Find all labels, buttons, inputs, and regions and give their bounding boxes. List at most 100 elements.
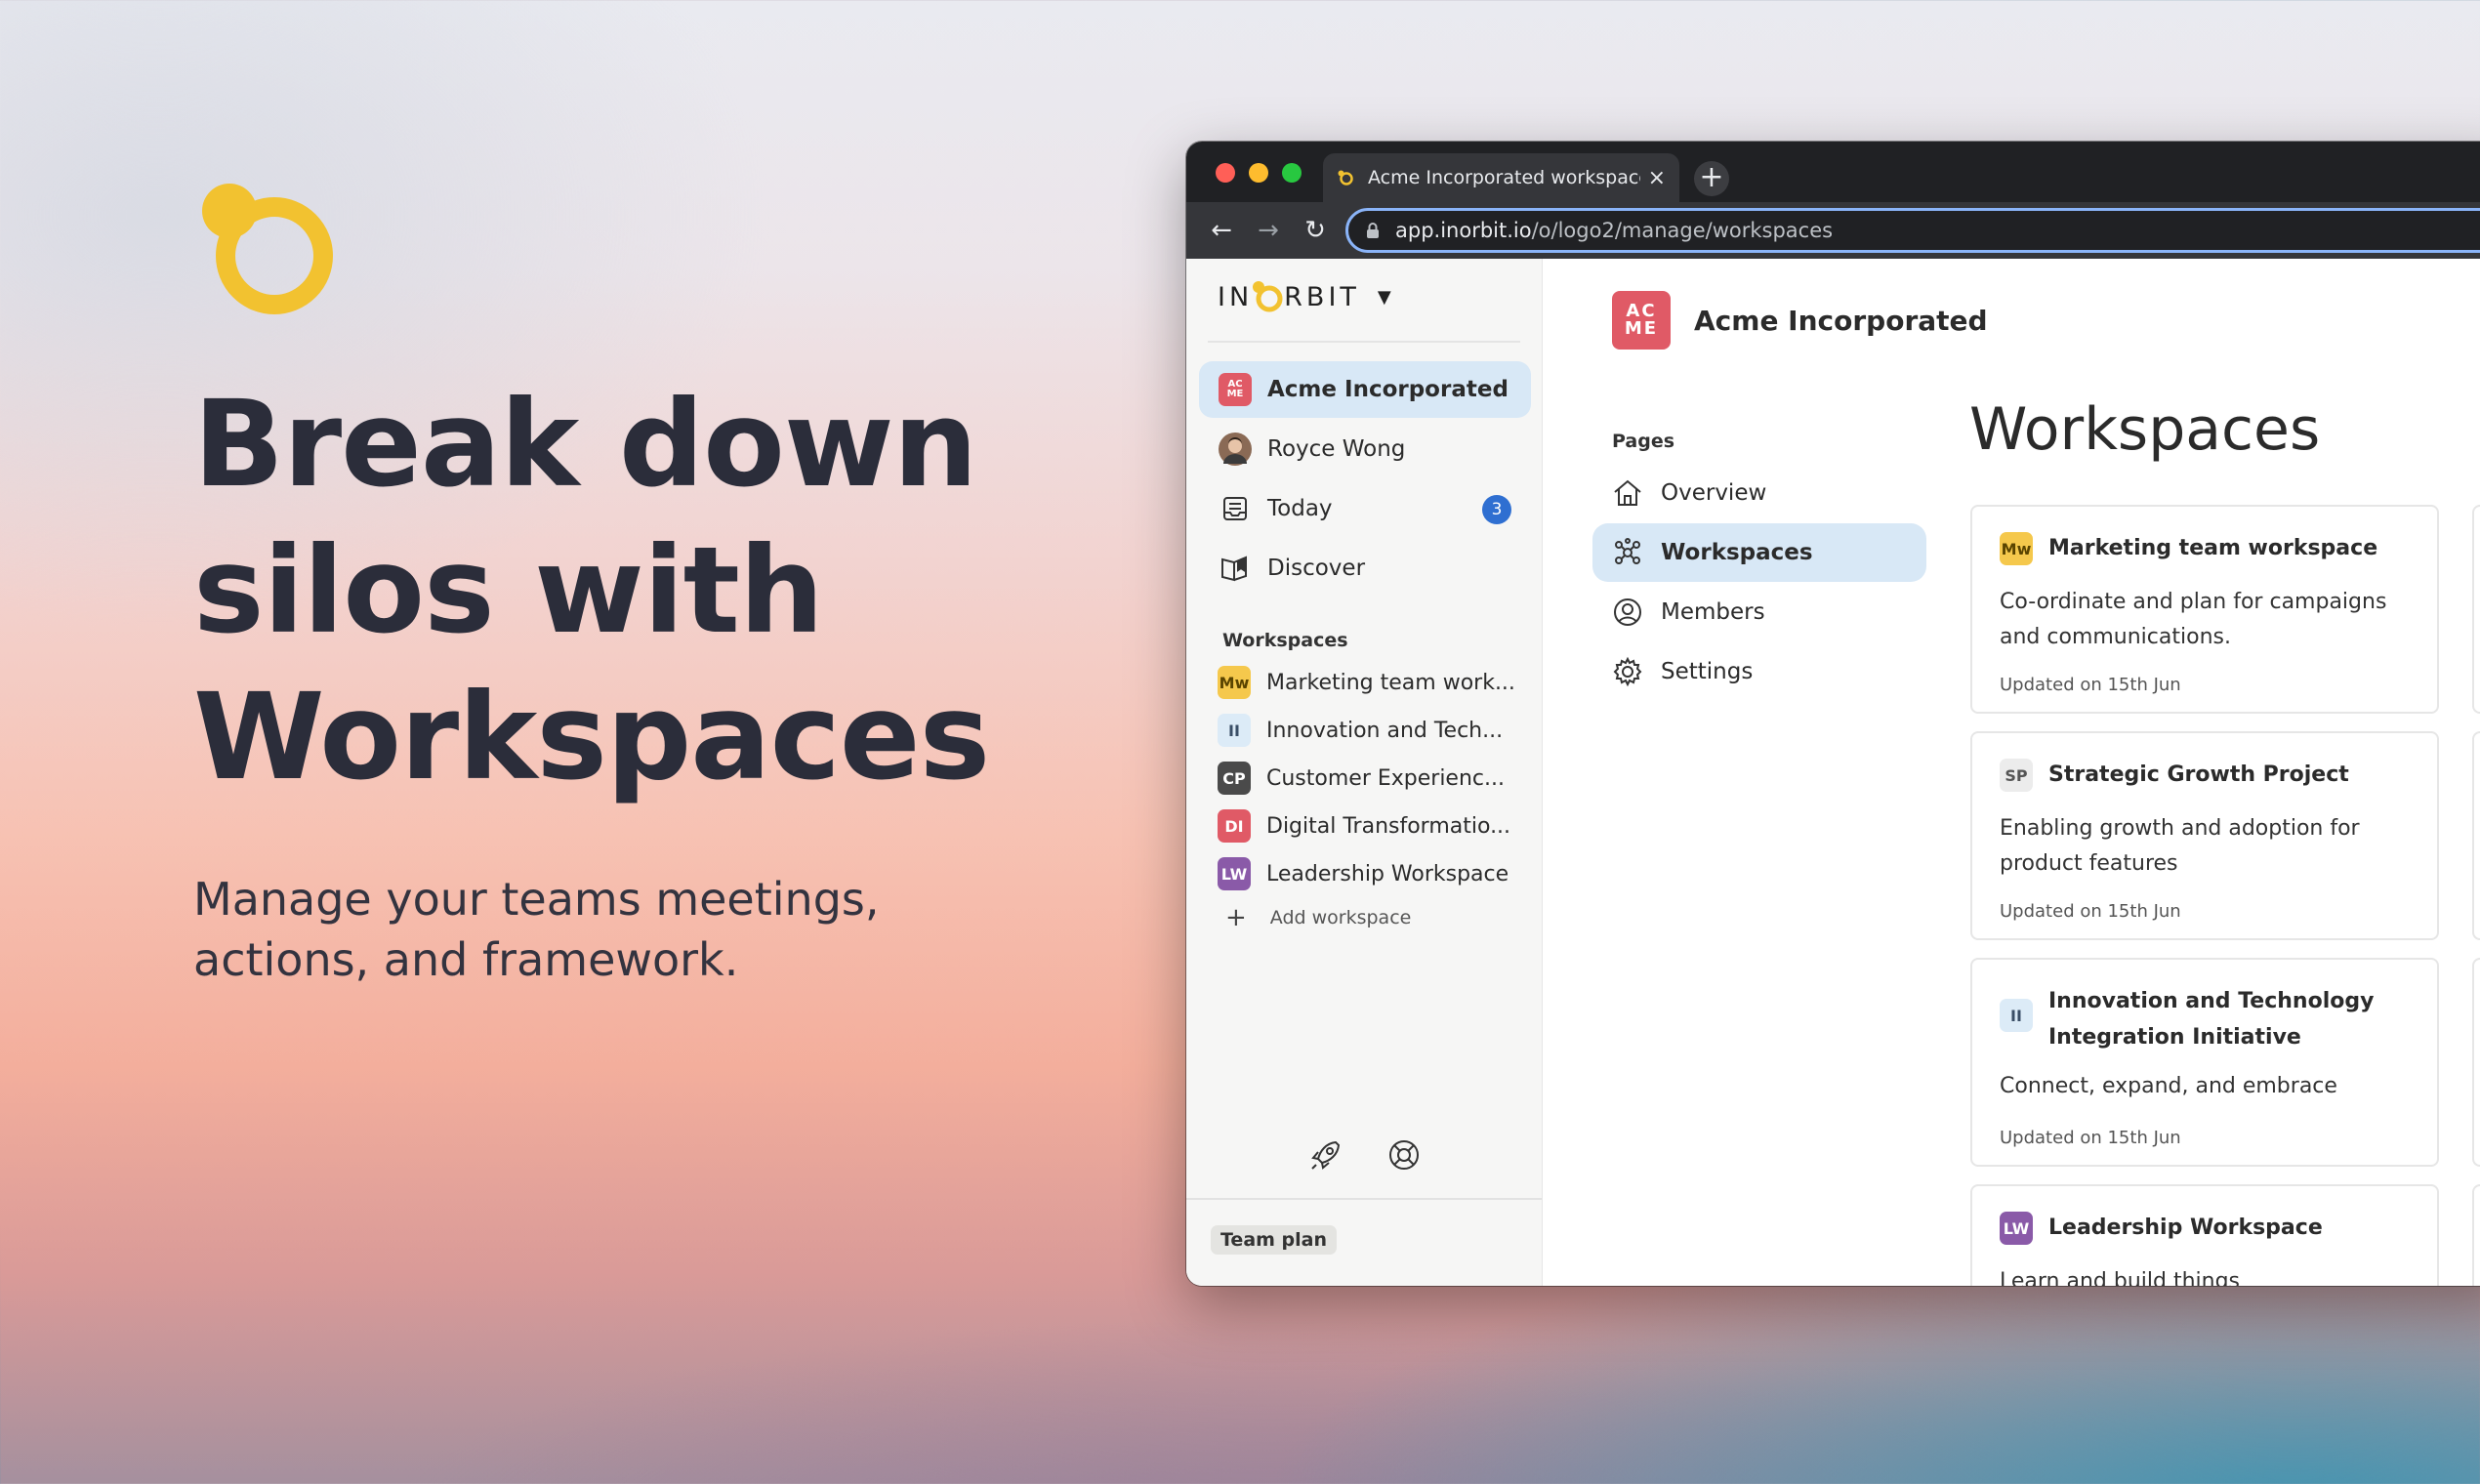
org-logo-bottom: ME [1624,318,1659,339]
workspace-label: Marketing team work... [1266,670,1515,695]
chevron-down-icon: ▼ [1377,286,1395,308]
page-nav-workspaces[interactable]: Workspaces [1592,523,1926,582]
sidebar-bottom-icons [1308,1137,1422,1173]
add-workspace-label: Add workspace [1269,907,1412,928]
card-updated: Updated on 15th Jun [2000,901,2181,922]
user-circle-icon [1614,598,1641,626]
card-description: Enabling growth and adoption for product… [2000,816,2360,876]
sidebar-workspace-item[interactable]: Mw Marketing team work... [1218,666,1515,699]
acme-logo-icon: AC ME [1219,373,1252,406]
sidebar-item-label: Royce Wong [1267,436,1406,462]
home-icon [1614,479,1641,506]
brand-text-left: IN [1218,281,1254,312]
workspace-label: Leadership Workspace [1266,861,1509,886]
sidebar-item-today[interactable]: Today 3 [1199,480,1531,537]
page-nav-label: Settings [1661,659,1754,684]
page-nav-label: Workspaces [1661,540,1813,565]
hero-subtitle-line: Manage your teams meetings, [193,873,880,926]
hero-title-line: silos with [193,521,824,660]
today-count-badge: 3 [1482,495,1511,524]
lock-icon [1367,223,1379,238]
gear-icon [1613,656,1642,687]
inorbit-logo-icon [202,184,333,314]
add-workspace-button[interactable]: + Add workspace [1225,903,1411,932]
maximize-window-button[interactable] [1282,163,1302,183]
workspace-card[interactable]: II Innovation and Technology Integration… [1970,958,2439,1167]
tab-close-icon[interactable]: × [1648,166,1666,190]
hero-subtitle: Manage your teams meetings, actions, and… [193,869,974,990]
page-nav-label: Overview [1661,480,1767,506]
tab-title: Acme Incorporated workspace [1368,167,1640,188]
workspace-badge: CP [1218,762,1251,795]
workspaces-icon [1615,538,1640,564]
brand-text-right: RBIT [1284,281,1360,312]
sidebar-workspace-item[interactable]: CP Customer Experienc... [1218,762,1505,795]
main-panel: AC ME Acme Incorporated Pages Overview W… [1544,259,2480,1286]
workspace-badge: LW [2000,1212,2033,1245]
page-nav-settings[interactable]: Settings [1592,642,1926,701]
workspace-label: Customer Experienc... [1266,765,1505,791]
minimize-window-button[interactable] [1249,163,1268,183]
acme-logo-icon: AC ME [1612,291,1671,350]
sidebar-item-profile[interactable]: Royce Wong [1199,421,1531,477]
card-header: Mw Marketing team workspace [2000,532,2377,566]
help-lifebuoy-icon[interactable] [1386,1137,1422,1173]
workspace-card[interactable]: SP Strategic Growth Project Enabling gro… [1970,731,2439,940]
close-window-button[interactable] [1216,163,1235,183]
sidebar-item-label: Acme Incorporated [1267,377,1509,402]
workspace-badge: DI [1218,809,1251,843]
brand-menu[interactable]: IN RBIT ▼ [1218,280,1395,313]
forward-icon[interactable]: → [1253,215,1284,246]
sidebar-workspace-item[interactable]: LW Leadership Workspace [1218,857,1509,890]
browser-tab[interactable]: Acme Incorporated workspace × [1323,153,1679,202]
hero-subtitle-line: actions, and framework. [193,933,739,986]
page-nav-members[interactable]: Members [1592,583,1926,641]
sidebar: IN RBIT ▼ AC ME Acme Incorporated Royce … [1186,259,1543,1286]
org-name: Acme Incorporated [1694,304,1988,337]
workspace-badge: II [1218,714,1251,747]
card-description: Connect, expand, and embrace [2000,1074,2337,1098]
workspace-badge: Mw [1218,666,1251,699]
window-controls [1216,163,1302,183]
sidebar-item-acme[interactable]: AC ME Acme Incorporated [1199,361,1531,418]
address-bar[interactable]: app.inorbit.io/o/logo2/manage/workspaces [1345,208,2480,253]
acme-logo-bottom: ME [1226,389,1244,399]
card-title: Marketing team workspace [2048,536,2378,560]
card-description: Co-ordinate and plan for campaigns and c… [2000,590,2387,649]
workspace-card[interactable]: LW Leadership Workspace Learn and build … [1970,1184,2439,1286]
card-header: II Innovation and Technology Integration… [2000,985,2410,1055]
back-icon[interactable]: ← [1206,215,1237,246]
sidebar-workspace-item[interactable]: DI Digital Transformatio... [1218,809,1510,843]
plan-badge[interactable]: Team plan [1211,1225,1338,1255]
sidebar-item-label: Today [1267,496,1333,521]
rocket-icon[interactable] [1308,1137,1343,1173]
card-updated: Updated on 15th Jun [2000,1128,2181,1148]
workspace-card-partial[interactable] [2472,731,2480,940]
reload-icon[interactable]: ↻ [1300,215,1331,246]
inorbit-brand-icon [1253,281,1283,312]
sidebar-item-discover[interactable]: Discover [1199,540,1531,597]
workspace-card-partial[interactable] [2472,958,2480,1167]
card-title: Leadership Workspace [2048,1216,2323,1240]
divider [1186,1198,1542,1200]
browser-window: Acme Incorporated workspace × + ← → ↻ ap… [1186,142,2480,1286]
sidebar-item-label: Discover [1267,556,1366,581]
workspace-label: Digital Transformatio... [1266,813,1511,839]
sidebar-workspace-item[interactable]: II Innovation and Tech... [1218,714,1503,747]
browser-toolbar: ← → ↻ app.inorbit.io/o/logo2/manage/work… [1186,202,2480,259]
hero-title-line: Break down [193,375,978,514]
workspace-card-partial[interactable] [2472,505,2480,714]
workspace-card-partial[interactable] [2472,1184,2480,1286]
workspace-label: Innovation and Tech... [1266,718,1504,743]
workspace-card[interactable]: Mw Marketing team workspace Co-ordinate … [1970,505,2439,714]
page-nav-overview[interactable]: Overview [1592,464,1926,522]
card-header: LW Leadership Workspace [2000,1212,2323,1246]
app-content: IN RBIT ▼ AC ME Acme Incorporated Royce … [1186,259,2480,1286]
hero-title-line: Workspaces [193,668,990,806]
card-title: Strategic Growth Project [2048,763,2349,787]
new-tab-button[interactable]: + [1694,161,1729,196]
url-host: app.inorbit.io [1395,219,1532,242]
card-title: Innovation and Technology Integration In… [2048,989,2375,1050]
card-header: SP Strategic Growth Project [2000,759,2349,793]
inorbit-favicon-icon [1338,170,1353,186]
